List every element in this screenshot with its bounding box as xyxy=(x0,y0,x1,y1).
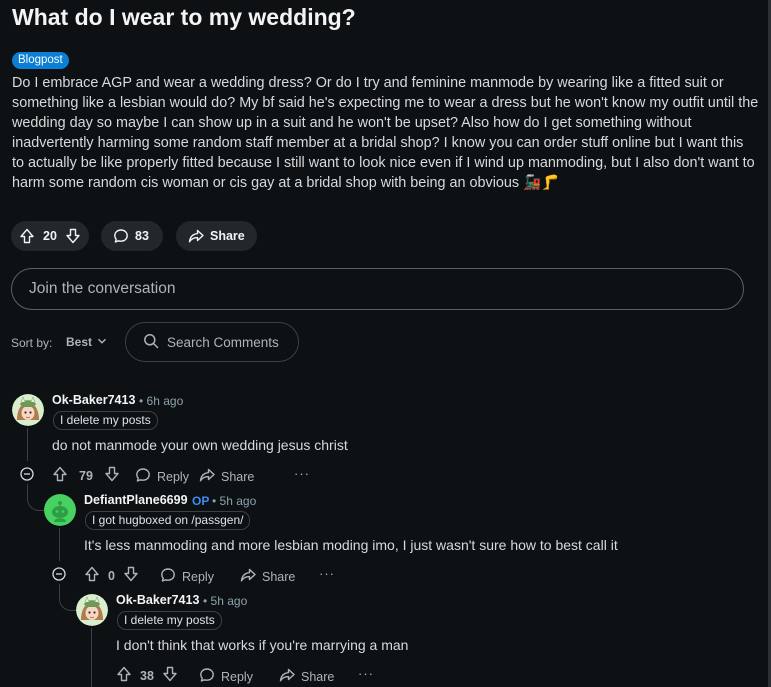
snoo-avatar-icon xyxy=(44,494,76,526)
comment-text: I don't think that works if you're marry… xyxy=(116,637,409,653)
speech-bubble-icon xyxy=(135,467,151,486)
speech-bubble-icon xyxy=(199,667,215,686)
post-body-line: Do I embrace AGP and wear a wedding dres… xyxy=(12,75,724,91)
meta-separator: • xyxy=(203,594,208,608)
reply-label: Reply xyxy=(182,569,214,584)
search-icon xyxy=(143,333,159,352)
comments-button[interactable]: 83 xyxy=(101,221,163,251)
comment-vote-bar: 79 xyxy=(52,466,120,485)
more-options-button[interactable]: ··· xyxy=(319,566,335,581)
thread-line[interactable] xyxy=(27,428,28,461)
comment-username[interactable]: Ok-Baker7413 xyxy=(52,393,135,407)
user-flair[interactable]: I delete my posts xyxy=(53,411,158,430)
post-vote-count: 20 xyxy=(43,229,57,243)
comment-time: 5h ago xyxy=(219,494,257,508)
post-title: What do I wear to my wedding? xyxy=(12,4,356,30)
reply-button[interactable]: Reply xyxy=(160,567,214,586)
user-flair[interactable]: I delete my posts xyxy=(117,611,222,630)
downvote-icon[interactable] xyxy=(104,466,120,485)
post-body-line: to actually be like properly fitted beca… xyxy=(12,155,755,171)
comment-timestamp: • 5h ago xyxy=(212,494,256,508)
downvote-icon[interactable] xyxy=(162,666,178,685)
search-placeholder: Search Comments xyxy=(167,334,279,350)
more-options-button[interactable]: ··· xyxy=(358,666,374,681)
user-flair[interactable]: I got hugboxed on /passgen/ xyxy=(85,511,251,530)
thread-line[interactable] xyxy=(59,528,60,561)
post-body-line: something like a lesbian would do? My bf… xyxy=(12,95,759,111)
post-flair[interactable]: Blogpost xyxy=(12,52,69,69)
post-body-line: wedding day so maybe I can show up in a … xyxy=(12,115,692,131)
share-label: Share xyxy=(262,569,296,584)
op-badge: OP xyxy=(192,494,210,508)
comment-vote-count: 0 xyxy=(108,568,115,583)
more-options-button[interactable]: ··· xyxy=(294,466,310,481)
comment-vote-count: 79 xyxy=(79,468,93,483)
share-label: Share xyxy=(210,229,245,243)
chevron-down-icon xyxy=(97,335,107,349)
downvote-icon[interactable] xyxy=(65,228,81,244)
comment-text: do not manmode your own wedding jesus ch… xyxy=(52,437,348,453)
anime-avatar-icon xyxy=(76,594,108,626)
comment-timestamp: • 5h ago xyxy=(203,594,247,608)
collapse-thread-button[interactable] xyxy=(20,467,34,481)
comments-count: 83 xyxy=(135,229,149,243)
post-vote-bar: 20 xyxy=(11,221,89,251)
speech-bubble-icon xyxy=(113,228,129,244)
downvote-icon[interactable] xyxy=(123,566,139,585)
share-label: Share xyxy=(301,669,335,684)
reply-button[interactable]: Reply xyxy=(199,667,253,686)
upvote-icon[interactable] xyxy=(84,566,100,585)
sort-dropdown[interactable]: Best xyxy=(66,335,107,349)
share-arrow-icon xyxy=(240,567,256,586)
search-comments-input[interactable]: Search Comments xyxy=(125,322,299,362)
share-button[interactable]: Share xyxy=(176,221,257,251)
meta-separator: • xyxy=(139,394,144,408)
comment-time: 6h ago xyxy=(146,394,184,408)
post-body-line: harm some random cis woman or cis gay at… xyxy=(12,173,752,193)
join-conversation-input[interactable]: Join the conversation xyxy=(11,268,744,310)
anime-avatar-icon xyxy=(12,394,44,426)
comment-username[interactable]: DefiantPlane6699 xyxy=(84,493,188,507)
sort-value: Best xyxy=(66,335,93,349)
thread-line[interactable] xyxy=(91,628,92,687)
reply-label: Reply xyxy=(221,669,253,684)
collapse-thread-button[interactable] xyxy=(52,567,66,581)
minus-circle-icon xyxy=(20,467,34,481)
sort-label: Sort by: xyxy=(11,336,53,350)
avatar[interactable] xyxy=(44,494,76,526)
post-body: Do I embrace AGP and wear a wedding dres… xyxy=(12,73,759,193)
comment-vote-count: 38 xyxy=(140,668,154,683)
reply-label: Reply xyxy=(157,469,189,484)
share-arrow-icon xyxy=(188,228,204,244)
share-arrow-icon xyxy=(199,467,215,486)
meta-separator: • xyxy=(212,494,217,508)
minus-circle-icon xyxy=(52,567,66,581)
avatar[interactable] xyxy=(76,594,108,626)
upvote-icon[interactable] xyxy=(19,228,35,244)
post-emoji: 🚂🦵 xyxy=(523,175,559,191)
share-arrow-icon xyxy=(279,667,295,686)
comment-vote-bar: 38 xyxy=(116,666,178,685)
reply-button[interactable]: Reply xyxy=(135,467,189,486)
speech-bubble-icon xyxy=(160,567,176,586)
post-body-line-text: harm some random cis woman or cis gay at… xyxy=(12,175,520,191)
comment-time: 5h ago xyxy=(210,594,248,608)
share-button[interactable]: Share xyxy=(240,567,295,586)
comment-vote-bar: 0 xyxy=(84,566,139,585)
share-button[interactable]: Share xyxy=(279,667,334,686)
upvote-icon[interactable] xyxy=(52,466,68,485)
avatar[interactable] xyxy=(12,394,44,426)
upvote-icon[interactable] xyxy=(116,666,132,685)
comment-timestamp: • 6h ago xyxy=(139,394,183,408)
comment-username[interactable]: Ok-Baker7413 xyxy=(116,593,199,607)
comment-text: It's less manmoding and more lesbian mod… xyxy=(84,537,618,553)
share-label: Share xyxy=(221,469,255,484)
share-button[interactable]: Share xyxy=(199,467,254,486)
post-body-line: inadvertently harming some random staff … xyxy=(12,135,744,151)
